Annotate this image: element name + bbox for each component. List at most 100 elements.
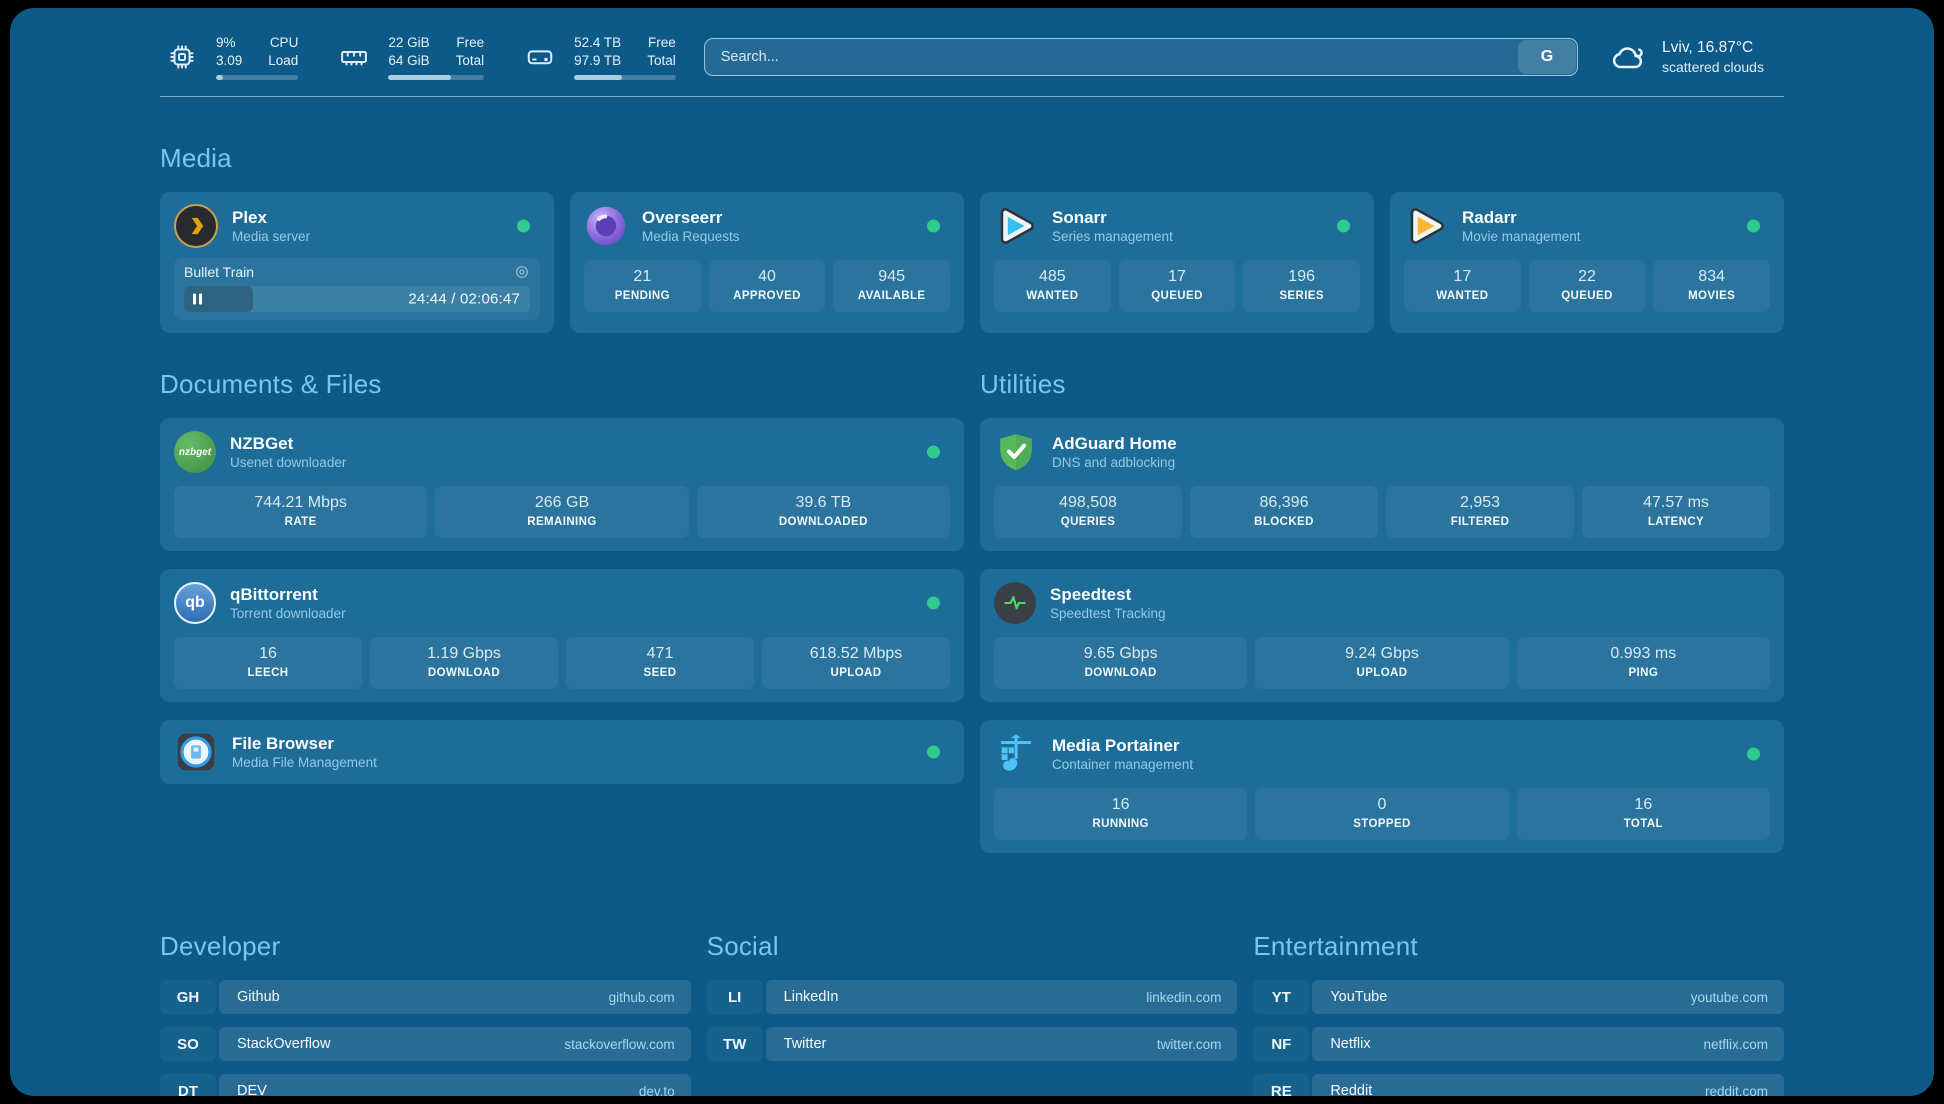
bookmark-youtube[interactable]: YT YouTube youtube.com xyxy=(1253,980,1784,1014)
sonarr-icon xyxy=(994,204,1038,248)
cloud-icon xyxy=(1606,37,1650,77)
portainer-card[interactable]: Media Portainer Container management 16 … xyxy=(980,720,1784,853)
stream-quality-icon[interactable] xyxy=(514,264,530,280)
weather-widget: Lviv, 16.87°C scattered clouds xyxy=(1606,37,1784,77)
cpu-icon xyxy=(160,35,204,79)
weather-location-temp: Lviv, 16.87°C xyxy=(1662,39,1764,57)
overseerr-stat-pending: 21 PENDING xyxy=(584,260,701,312)
adguard-stat-blocked: 86,396 BLOCKED xyxy=(1190,486,1378,538)
disk-label-1: Free xyxy=(648,34,676,52)
disk-free: 52.4 TB xyxy=(574,34,621,52)
radarr-stat-movies: 834 MOVIES xyxy=(1653,260,1770,312)
overseerr-stat-available: 945 AVAILABLE xyxy=(833,260,950,312)
disk-progress xyxy=(574,75,676,80)
section-title-media: Media xyxy=(160,143,1784,174)
radarr-icon xyxy=(1404,204,1448,248)
sonarr-card[interactable]: Sonarr Series management 485 WANTED 17 Q… xyxy=(980,192,1374,333)
plex-icon xyxy=(174,204,218,248)
adguard-subtitle: DNS and adblocking xyxy=(1052,454,1177,471)
bookmark-url: stackoverflow.com xyxy=(564,1037,674,1052)
sonarr-stat-queued: 17 QUEUED xyxy=(1119,260,1236,312)
speedtest-title: Speedtest xyxy=(1050,584,1166,605)
adguard-card[interactable]: AdGuard Home DNS and adblocking 498,508 … xyxy=(980,418,1784,551)
cpu-label-2: Load xyxy=(268,52,298,70)
speedtest-card[interactable]: Speedtest Speedtest Tracking 9.65 Gbps D… xyxy=(980,569,1784,702)
nzbget-stat-remaining: 266 GB REMAINING xyxy=(435,486,688,538)
portainer-stat-total: 16 TOTAL xyxy=(1517,788,1770,840)
bookmark-twitter[interactable]: TW Twitter twitter.com xyxy=(707,1027,1238,1061)
sonarr-stat-wanted: 485 WANTED xyxy=(994,260,1111,312)
bookmark-netflix[interactable]: NF Netflix netflix.com xyxy=(1253,1027,1784,1061)
speedtest-stat-ping: 0.993 ms PING xyxy=(1517,637,1770,689)
now-playing-title: Bullet Train xyxy=(184,264,254,280)
radarr-card[interactable]: Radarr Movie management 17 WANTED 22 QUE… xyxy=(1390,192,1784,333)
nzbget-card[interactable]: nzbget NZBGet Usenet downloader 744.21 M… xyxy=(160,418,964,551)
nzbget-stat-rate: 744.21 Mbps RATE xyxy=(174,486,427,538)
bookmark-dev[interactable]: DT DEV dev.to xyxy=(160,1074,691,1096)
search-input[interactable] xyxy=(705,39,1517,75)
bookmark-url: youtube.com xyxy=(1691,990,1768,1005)
weather-condition: scattered clouds xyxy=(1662,59,1764,75)
section-title-utilities: Utilities xyxy=(980,369,1784,400)
portainer-subtitle: Container management xyxy=(1052,756,1193,773)
disk-icon xyxy=(518,35,562,79)
adguard-icon xyxy=(994,430,1038,474)
nzbget-icon: nzbget xyxy=(174,431,216,473)
memory-free: 22 GiB xyxy=(388,34,429,52)
plex-now-playing: Bullet Train 24:44 / 02:06:47 xyxy=(174,258,540,320)
plex-title: Plex xyxy=(232,207,310,228)
adguard-stat-queries: 498,508 QUERIES xyxy=(994,486,1182,538)
overseerr-title: Overseerr xyxy=(642,207,740,228)
bookmark-url: linkedin.com xyxy=(1146,990,1221,1005)
section-title-social: Social xyxy=(707,931,1238,962)
cpu-progress xyxy=(216,75,298,80)
nzbget-title: NZBGet xyxy=(230,433,346,454)
bookmark-abbr: SO xyxy=(160,1027,216,1061)
pause-icon[interactable] xyxy=(193,294,202,305)
playback-time: 24:44 / 02:06:47 xyxy=(408,291,520,308)
bookmark-url: reddit.com xyxy=(1705,1084,1768,1097)
portainer-icon xyxy=(994,732,1038,776)
utilities-column: Utilities AdGuard Home xyxy=(980,369,1784,871)
bookmark-abbr: LI xyxy=(707,980,763,1014)
bookmark-linkedin[interactable]: LI LinkedIn linkedin.com xyxy=(707,980,1238,1014)
overseerr-card[interactable]: Overseerr Media Requests 21 PENDING 40 A… xyxy=(570,192,964,333)
memory-label-1: Free xyxy=(456,34,484,52)
sonarr-title: Sonarr xyxy=(1052,207,1173,228)
qbittorrent-title: qBittorrent xyxy=(230,584,346,605)
filebrowser-card[interactable]: File Browser Media File Management xyxy=(160,720,964,784)
portainer-status-dot xyxy=(1747,748,1760,761)
bookmark-abbr: GH xyxy=(160,980,216,1014)
plex-card[interactable]: Plex Media server Bullet Train xyxy=(160,192,554,333)
speedtest-icon xyxy=(994,582,1036,624)
overseerr-status-dot xyxy=(927,220,940,233)
playback-progress-bar[interactable]: 24:44 / 02:06:47 xyxy=(184,286,530,312)
bookmark-name: Reddit xyxy=(1330,1083,1372,1096)
search-provider-button[interactable]: G xyxy=(1518,40,1576,74)
adguard-stat-filtered: 2,953 FILTERED xyxy=(1386,486,1574,538)
section-title-documents: Documents & Files xyxy=(160,369,964,400)
bookmark-github[interactable]: GH Github github.com xyxy=(160,980,691,1014)
radarr-status-dot xyxy=(1747,220,1760,233)
bookmark-stackoverflow[interactable]: SO StackOverflow stackoverflow.com xyxy=(160,1027,691,1061)
qbittorrent-card[interactable]: qb qBittorrent Torrent downloader 16 LEE… xyxy=(160,569,964,702)
overseerr-stat-approved: 40 APPROVED xyxy=(709,260,826,312)
bookmark-reddit[interactable]: RE Reddit reddit.com xyxy=(1253,1074,1784,1096)
memory-stat: 22 GiB 64 GiB Free Total xyxy=(332,34,484,80)
cpu-label-1: CPU xyxy=(270,34,299,52)
disk-total: 97.9 TB xyxy=(574,52,621,70)
memory-label-2: Total xyxy=(456,52,485,70)
search-bar: G xyxy=(704,38,1578,76)
speedtest-stat-download: 9.65 Gbps DOWNLOAD xyxy=(994,637,1247,689)
portainer-stat-stopped: 0 STOPPED xyxy=(1255,788,1508,840)
system-stats: 9% 3.09 CPU Load xyxy=(160,34,676,80)
disk-label-2: Total xyxy=(647,52,676,70)
nzbget-stat-downloaded: 39.6 TB DOWNLOADED xyxy=(697,486,950,538)
bookmark-name: Twitter xyxy=(784,1036,827,1052)
bookmark-name: StackOverflow xyxy=(237,1036,330,1052)
section-title-entertainment: Entertainment xyxy=(1253,931,1784,962)
bookmark-name: Netflix xyxy=(1330,1036,1370,1052)
sonarr-stat-series: 196 SERIES xyxy=(1243,260,1360,312)
overseerr-icon xyxy=(584,204,628,248)
sonarr-subtitle: Series management xyxy=(1052,228,1173,245)
